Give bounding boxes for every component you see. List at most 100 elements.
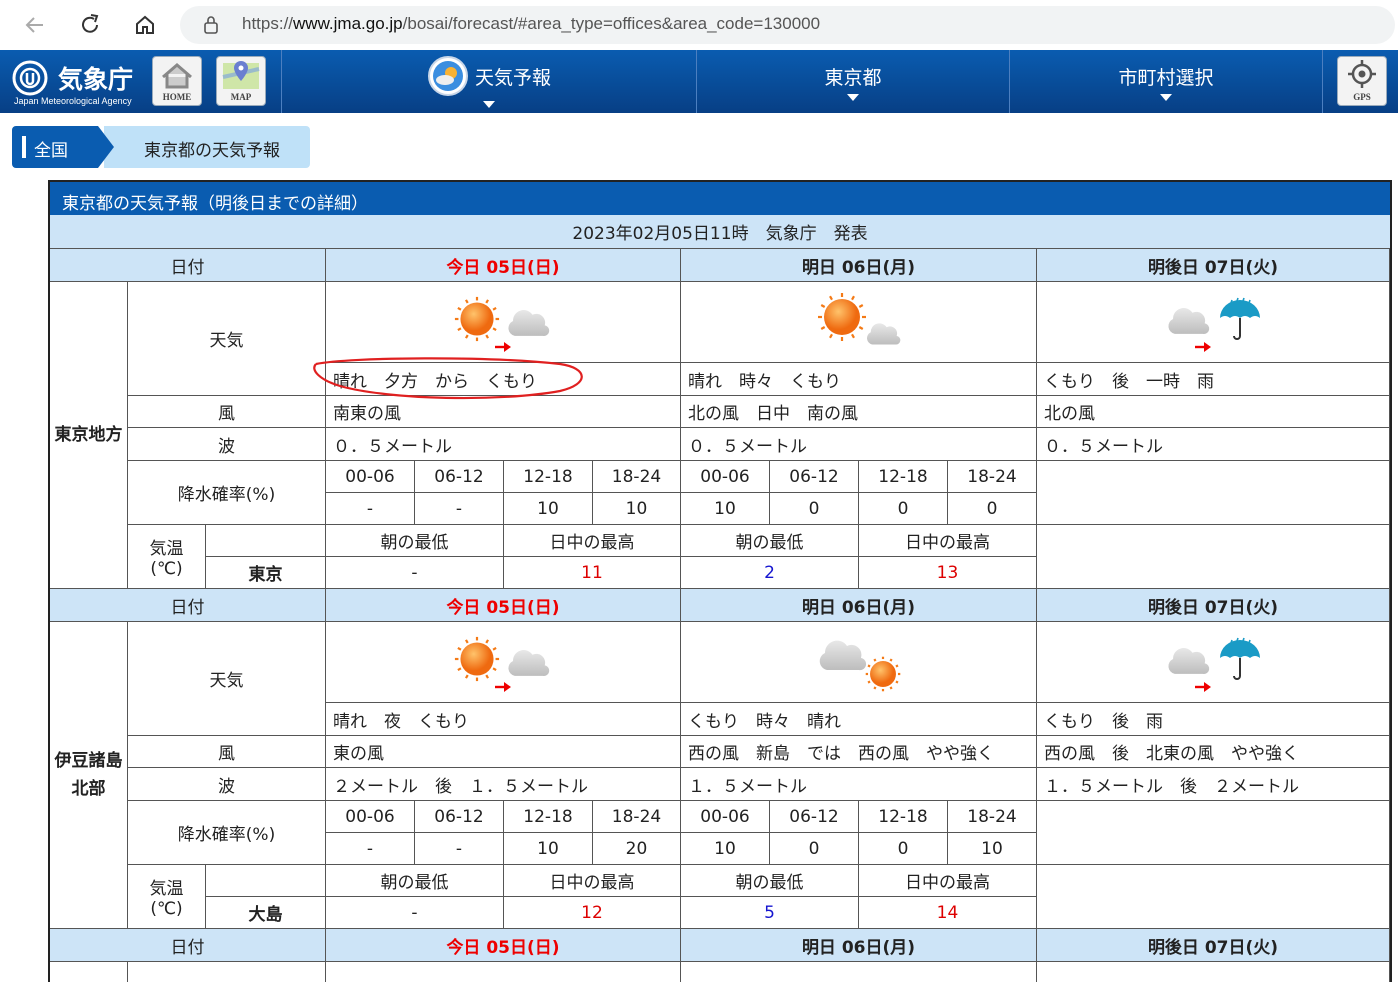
row-label-weather: 天気: [128, 622, 326, 736]
pop-value: 0: [948, 493, 1037, 525]
weather-text: くもり 後 雨: [1037, 703, 1390, 736]
reload-icon: [82, 14, 99, 33]
jma-emblem-icon: [12, 60, 48, 96]
temp-value: -: [326, 897, 504, 929]
chevron-down-icon: [847, 93, 859, 101]
day-header-0: 今日 05日(日): [326, 249, 681, 282]
breadcrumb-current: 東京都の天気予報: [98, 126, 310, 168]
pop-period: 12-18: [504, 801, 593, 833]
breadcrumb-home[interactable]: 全国: [12, 126, 98, 168]
temp-value: 12: [504, 897, 681, 929]
pop-value: -: [415, 833, 504, 865]
pop-value: 10: [593, 493, 681, 525]
back-button[interactable]: [20, 10, 50, 40]
temp-type: 日中の最高: [504, 865, 681, 897]
row-label-pop: 降水確率(%): [128, 461, 326, 525]
weather-icon-cloud-then-rain: [1037, 282, 1390, 363]
chevron-down-icon: [483, 101, 495, 108]
menu-weather-forecast[interactable]: 天気予報: [282, 50, 696, 113]
pop-period: 06-12: [415, 801, 504, 833]
next-area-row: [326, 962, 681, 982]
address-bar[interactable]: https://www.jma.go.jp/bosai/forecast/#ar…: [180, 6, 1395, 44]
menu-municipality-select[interactable]: 市町村選択: [1010, 50, 1322, 113]
weather-icon-cloud-sometimes-sun: [681, 622, 1037, 703]
reload-button[interactable]: [75, 10, 105, 40]
day-header-1: 明日 06日(月): [681, 929, 1037, 962]
pop-period: 12-18: [859, 801, 948, 833]
forecast-title: 東京都の天気予報（明後日までの詳細）: [50, 182, 1390, 215]
wind-text: 北の風: [1037, 396, 1390, 428]
pop-value: 0: [770, 493, 859, 525]
forecast-table: 東京都の天気予報（明後日までの詳細） 2023年02月05日11時 気象庁 発表…: [48, 180, 1392, 982]
pop-value: 0: [859, 833, 948, 865]
chevron-down-icon: [1160, 93, 1172, 101]
next-area-row: [681, 962, 1037, 982]
browser-toolbar: https://www.jma.go.jp/bosai/forecast/#ar…: [0, 0, 1398, 51]
pop-period: 00-06: [681, 801, 770, 833]
weather-icon-sun-then-cloud: [326, 282, 681, 363]
gps-button[interactable]: GPS: [1337, 56, 1387, 106]
temp-value: 5: [681, 897, 859, 929]
pop-value: -: [415, 493, 504, 525]
date-header-label: 日付: [50, 249, 326, 282]
site-header: 気象庁 Japan Meteorological Agency HOME MAP…: [0, 50, 1398, 113]
menu-divider: [1322, 50, 1323, 113]
temp-value: 2: [681, 557, 859, 589]
home-icon: [162, 63, 192, 89]
house-icon: [136, 15, 154, 34]
wave-text: ０．５メートル: [326, 428, 681, 461]
temp-value: 14: [859, 897, 1037, 929]
pop-value: 0: [770, 833, 859, 865]
pop-period: 18-24: [593, 801, 681, 833]
wave-text: ２メートル 後 １．５メートル: [326, 768, 681, 801]
pop-value: 0: [859, 493, 948, 525]
weather-text: くもり 時々 晴れ: [681, 703, 1037, 736]
wind-text: 西の風 後 北東の風 やや強く: [1037, 736, 1390, 768]
weather-text: くもり 後 一時 雨: [1037, 363, 1390, 396]
weather-icon-sun-sometimes-cloud: [681, 282, 1037, 363]
temp-value: 11: [504, 557, 681, 589]
row-label-wind: 風: [128, 736, 326, 768]
wave-text: １．５メートル 後 ２メートル: [1037, 768, 1390, 801]
temp-value: -: [326, 557, 504, 589]
station-name: 東京: [206, 557, 326, 589]
temp-type: 日中の最高: [859, 525, 1037, 557]
map-button[interactable]: MAP: [216, 56, 266, 106]
back-arrow-icon: [25, 17, 43, 33]
home-nav-button[interactable]: [130, 10, 160, 40]
pop-value: 10: [681, 833, 770, 865]
url-text: https://www.jma.go.jp/bosai/forecast/#ar…: [242, 14, 821, 33]
pop-period: 00-06: [681, 461, 770, 493]
day-header-0: 今日 05日(日): [326, 589, 681, 622]
pop-period: 18-24: [948, 801, 1037, 833]
wave-text: ０．５メートル: [681, 428, 1037, 461]
weather-icon-cloud-then-rain: [1037, 622, 1390, 703]
station-name: 大島: [206, 897, 326, 929]
wind-text: 東の風: [326, 736, 681, 768]
temp-blank: [206, 865, 326, 897]
day-header-2: 明後日 07日(火): [1037, 929, 1390, 962]
pop-empty: [1037, 461, 1390, 525]
pop-value: -: [326, 833, 415, 865]
map-pin-icon: [222, 61, 260, 89]
weather-forecast-icon: [427, 56, 468, 96]
pop-period: 06-12: [770, 461, 859, 493]
pop-value: 10: [504, 833, 593, 865]
temp-type: 朝の最低: [681, 525, 859, 557]
temp-type: 朝の最低: [681, 865, 859, 897]
next-area-row: [1037, 962, 1390, 982]
menu-prefecture[interactable]: 東京都: [697, 50, 1009, 113]
pop-period: 06-12: [415, 461, 504, 493]
pop-value: 20: [593, 833, 681, 865]
row-label-temp: 気温 (℃): [128, 525, 206, 589]
row-label-wave: 波: [128, 428, 326, 461]
pop-period: 18-24: [593, 461, 681, 493]
temp-type: 朝の最低: [326, 865, 504, 897]
wind-text: 北の風 日中 南の風: [681, 396, 1037, 428]
row-label-pop: 降水確率(%): [128, 801, 326, 865]
temp-value: 13: [859, 557, 1037, 589]
pop-value: -: [326, 493, 415, 525]
day-header-0: 今日 05日(日): [326, 929, 681, 962]
home-button[interactable]: HOME: [152, 56, 202, 106]
pop-period: 00-06: [326, 801, 415, 833]
